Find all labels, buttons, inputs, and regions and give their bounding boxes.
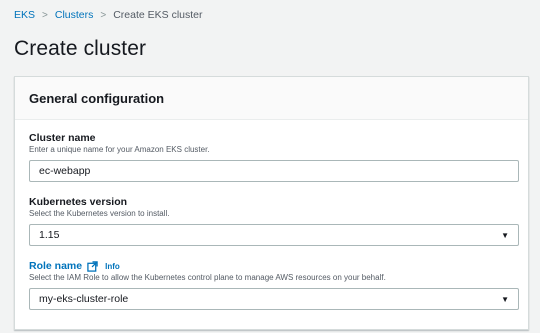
cluster-name-label: Cluster name bbox=[29, 132, 96, 144]
role-name-field: Role name Info Select the IAM Role to al… bbox=[29, 260, 519, 310]
cluster-name-input[interactable]: ec-webapp bbox=[29, 160, 519, 182]
panel-title: General configuration bbox=[29, 90, 165, 106]
general-configuration-panel: General configuration Cluster name Enter… bbox=[14, 76, 529, 330]
kubernetes-version-value: 1.15 bbox=[39, 229, 60, 241]
kubernetes-version-field: Kubernetes version Select the Kubernetes… bbox=[29, 196, 519, 246]
panel-header: General configuration bbox=[15, 77, 528, 120]
breadcrumb: EKS > Clusters > Create EKS cluster bbox=[14, 9, 203, 21]
caret-down-icon: ▼ bbox=[501, 230, 509, 240]
role-name-description: Select the IAM Role to allow the Kuberne… bbox=[29, 273, 386, 282]
kubernetes-version-description: Select the Kubernetes version to install… bbox=[29, 209, 170, 218]
role-name-select[interactable]: my-eks-cluster-role ▼ bbox=[29, 288, 519, 310]
role-name-value: my-eks-cluster-role bbox=[39, 293, 129, 305]
kubernetes-version-label: Kubernetes version bbox=[29, 196, 128, 208]
breadcrumb-current: Create EKS cluster bbox=[113, 9, 203, 21]
breadcrumb-clusters-link[interactable]: Clusters bbox=[55, 9, 94, 21]
caret-down-icon: ▼ bbox=[501, 294, 509, 304]
chevron-right-icon: > bbox=[42, 9, 48, 21]
cluster-name-field: Cluster name Enter a unique name for you… bbox=[29, 132, 519, 182]
cluster-name-value: ec-webapp bbox=[39, 165, 91, 177]
chevron-right-icon: > bbox=[100, 9, 107, 21]
cluster-name-description: Enter a unique name for your Amazon EKS … bbox=[29, 145, 210, 154]
role-name-link[interactable]: Role name bbox=[29, 260, 82, 272]
page-title: Create cluster bbox=[14, 37, 147, 60]
role-name-label-row: Role name Info bbox=[29, 260, 519, 272]
breadcrumb-eks-link[interactable]: EKS bbox=[14, 9, 35, 21]
external-link-icon[interactable] bbox=[87, 260, 98, 272]
kubernetes-version-select[interactable]: 1.15 ▼ bbox=[29, 224, 519, 246]
info-link[interactable]: Info bbox=[105, 262, 120, 271]
